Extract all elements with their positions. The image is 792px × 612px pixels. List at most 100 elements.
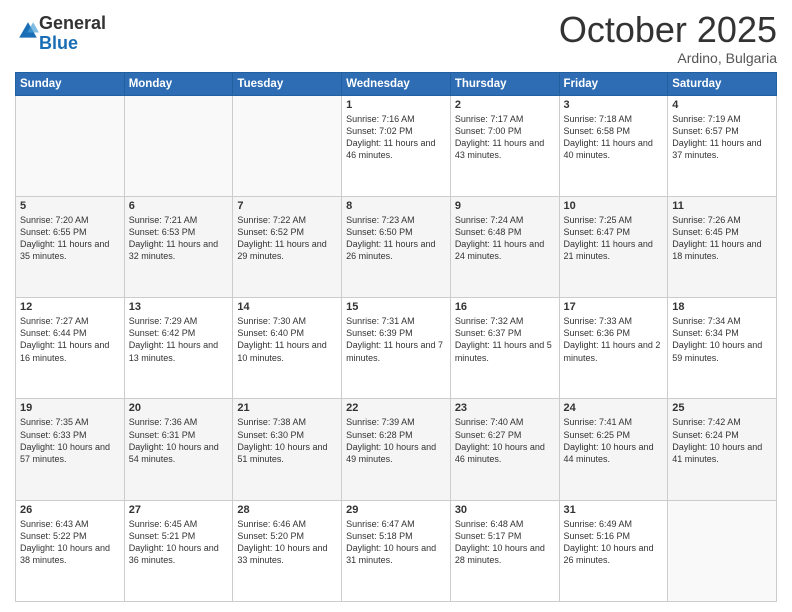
table-row: 15 Sunrise: 7:31 AM Sunset: 6:39 PM Dayl…	[342, 298, 451, 399]
sunrise-label: Sunrise: 7:33 AM	[564, 316, 633, 326]
daylight-label: Daylight: 11 hours and 43 minutes.	[455, 138, 544, 160]
daylight-label: Daylight: 10 hours and 26 minutes.	[564, 543, 654, 565]
daylight-label: Daylight: 10 hours and 28 minutes.	[455, 543, 545, 565]
sunset-label: Sunset: 5:22 PM	[20, 531, 87, 541]
day-info: Sunrise: 7:35 AM Sunset: 6:33 PM Dayligh…	[20, 416, 120, 465]
table-row: 31 Sunrise: 6:49 AM Sunset: 5:16 PM Dayl…	[559, 500, 668, 601]
table-row: 20 Sunrise: 7:36 AM Sunset: 6:31 PM Dayl…	[124, 399, 233, 500]
sunrise-label: Sunrise: 7:16 AM	[346, 114, 415, 124]
daylight-label: Daylight: 11 hours and 21 minutes.	[564, 239, 653, 261]
sunset-label: Sunset: 6:33 PM	[20, 430, 87, 440]
calendar-header-row: Sunday Monday Tuesday Wednesday Thursday…	[16, 72, 777, 95]
sunset-label: Sunset: 5:20 PM	[237, 531, 304, 541]
table-row: 28 Sunrise: 6:46 AM Sunset: 5:20 PM Dayl…	[233, 500, 342, 601]
sunrise-label: Sunrise: 7:21 AM	[129, 215, 198, 225]
day-info: Sunrise: 7:16 AM Sunset: 7:02 PM Dayligh…	[346, 113, 446, 162]
sunset-label: Sunset: 6:31 PM	[129, 430, 196, 440]
calendar-week-row: 26 Sunrise: 6:43 AM Sunset: 5:22 PM Dayl…	[16, 500, 777, 601]
sunset-label: Sunset: 6:53 PM	[129, 227, 196, 237]
calendar-week-row: 19 Sunrise: 7:35 AM Sunset: 6:33 PM Dayl…	[16, 399, 777, 500]
day-number: 18	[672, 301, 772, 313]
table-row: 29 Sunrise: 6:47 AM Sunset: 5:18 PM Dayl…	[342, 500, 451, 601]
day-info: Sunrise: 6:46 AM Sunset: 5:20 PM Dayligh…	[237, 518, 337, 567]
day-info: Sunrise: 7:22 AM Sunset: 6:52 PM Dayligh…	[237, 214, 337, 263]
day-info: Sunrise: 7:18 AM Sunset: 6:58 PM Dayligh…	[564, 113, 664, 162]
day-info: Sunrise: 7:33 AM Sunset: 6:36 PM Dayligh…	[564, 315, 664, 364]
calendar-body: 1 Sunrise: 7:16 AM Sunset: 7:02 PM Dayli…	[16, 95, 777, 601]
day-number: 8	[346, 200, 446, 212]
day-number: 20	[129, 402, 229, 414]
day-info: Sunrise: 6:43 AM Sunset: 5:22 PM Dayligh…	[20, 518, 120, 567]
col-wednesday: Wednesday	[342, 72, 451, 95]
daylight-label: Daylight: 10 hours and 31 minutes.	[346, 543, 436, 565]
sunset-label: Sunset: 6:37 PM	[455, 328, 522, 338]
table-row: 4 Sunrise: 7:19 AM Sunset: 6:57 PM Dayli…	[668, 95, 777, 196]
table-row	[16, 95, 125, 196]
day-number: 27	[129, 504, 229, 516]
daylight-label: Daylight: 10 hours and 57 minutes.	[20, 442, 110, 464]
daylight-label: Daylight: 11 hours and 46 minutes.	[346, 138, 435, 160]
calendar-week-row: 12 Sunrise: 7:27 AM Sunset: 6:44 PM Dayl…	[16, 298, 777, 399]
daylight-label: Daylight: 11 hours and 16 minutes.	[20, 340, 109, 362]
day-info: Sunrise: 7:19 AM Sunset: 6:57 PM Dayligh…	[672, 113, 772, 162]
table-row: 16 Sunrise: 7:32 AM Sunset: 6:37 PM Dayl…	[450, 298, 559, 399]
day-info: Sunrise: 6:47 AM Sunset: 5:18 PM Dayligh…	[346, 518, 446, 567]
day-info: Sunrise: 7:17 AM Sunset: 7:00 PM Dayligh…	[455, 113, 555, 162]
sunset-label: Sunset: 5:18 PM	[346, 531, 413, 541]
calendar-week-row: 1 Sunrise: 7:16 AM Sunset: 7:02 PM Dayli…	[16, 95, 777, 196]
sunset-label: Sunset: 6:30 PM	[237, 430, 304, 440]
table-row: 19 Sunrise: 7:35 AM Sunset: 6:33 PM Dayl…	[16, 399, 125, 500]
day-number: 22	[346, 402, 446, 414]
day-info: Sunrise: 7:27 AM Sunset: 6:44 PM Dayligh…	[20, 315, 120, 364]
table-row: 27 Sunrise: 6:45 AM Sunset: 5:21 PM Dayl…	[124, 500, 233, 601]
day-info: Sunrise: 7:32 AM Sunset: 6:37 PM Dayligh…	[455, 315, 555, 364]
day-info: Sunrise: 7:41 AM Sunset: 6:25 PM Dayligh…	[564, 416, 664, 465]
sunset-label: Sunset: 6:50 PM	[346, 227, 413, 237]
sunrise-label: Sunrise: 7:35 AM	[20, 417, 89, 427]
page: General Blue October 2025 Ardino, Bulgar…	[0, 0, 792, 612]
sunset-label: Sunset: 6:25 PM	[564, 430, 631, 440]
day-info: Sunrise: 7:39 AM Sunset: 6:28 PM Dayligh…	[346, 416, 446, 465]
sunset-label: Sunset: 6:24 PM	[672, 430, 739, 440]
day-info: Sunrise: 7:40 AM Sunset: 6:27 PM Dayligh…	[455, 416, 555, 465]
daylight-label: Daylight: 11 hours and 10 minutes.	[237, 340, 326, 362]
table-row: 14 Sunrise: 7:30 AM Sunset: 6:40 PM Dayl…	[233, 298, 342, 399]
sunrise-label: Sunrise: 7:34 AM	[672, 316, 741, 326]
daylight-label: Daylight: 10 hours and 44 minutes.	[564, 442, 654, 464]
sunset-label: Sunset: 7:02 PM	[346, 126, 413, 136]
sunrise-label: Sunrise: 6:43 AM	[20, 519, 89, 529]
sunrise-label: Sunrise: 6:46 AM	[237, 519, 306, 529]
table-row: 1 Sunrise: 7:16 AM Sunset: 7:02 PM Dayli…	[342, 95, 451, 196]
sunrise-label: Sunrise: 7:31 AM	[346, 316, 415, 326]
sunrise-label: Sunrise: 7:17 AM	[455, 114, 524, 124]
day-number: 25	[672, 402, 772, 414]
day-info: Sunrise: 6:48 AM Sunset: 5:17 PM Dayligh…	[455, 518, 555, 567]
sunset-label: Sunset: 6:47 PM	[564, 227, 631, 237]
day-number: 17	[564, 301, 664, 313]
daylight-label: Daylight: 11 hours and 26 minutes.	[346, 239, 435, 261]
day-number: 3	[564, 99, 664, 111]
daylight-label: Daylight: 11 hours and 18 minutes.	[672, 239, 761, 261]
table-row: 17 Sunrise: 7:33 AM Sunset: 6:36 PM Dayl…	[559, 298, 668, 399]
table-row: 11 Sunrise: 7:26 AM Sunset: 6:45 PM Dayl…	[668, 196, 777, 297]
daylight-label: Daylight: 11 hours and 7 minutes.	[346, 340, 443, 362]
day-number: 24	[564, 402, 664, 414]
sunset-label: Sunset: 6:45 PM	[672, 227, 739, 237]
sunrise-label: Sunrise: 6:49 AM	[564, 519, 633, 529]
table-row: 25 Sunrise: 7:42 AM Sunset: 6:24 PM Dayl…	[668, 399, 777, 500]
sunrise-label: Sunrise: 7:39 AM	[346, 417, 415, 427]
table-row: 10 Sunrise: 7:25 AM Sunset: 6:47 PM Dayl…	[559, 196, 668, 297]
day-number: 19	[20, 402, 120, 414]
sunrise-label: Sunrise: 7:29 AM	[129, 316, 198, 326]
table-row: 13 Sunrise: 7:29 AM Sunset: 6:42 PM Dayl…	[124, 298, 233, 399]
daylight-label: Daylight: 11 hours and 2 minutes.	[564, 340, 661, 362]
sunrise-label: Sunrise: 7:38 AM	[237, 417, 306, 427]
sunset-label: Sunset: 5:21 PM	[129, 531, 196, 541]
day-number: 10	[564, 200, 664, 212]
table-row: 22 Sunrise: 7:39 AM Sunset: 6:28 PM Dayl…	[342, 399, 451, 500]
day-info: Sunrise: 7:30 AM Sunset: 6:40 PM Dayligh…	[237, 315, 337, 364]
sunrise-label: Sunrise: 7:36 AM	[129, 417, 198, 427]
sunrise-label: Sunrise: 7:30 AM	[237, 316, 306, 326]
day-number: 4	[672, 99, 772, 111]
month-title: October 2025	[559, 10, 777, 50]
